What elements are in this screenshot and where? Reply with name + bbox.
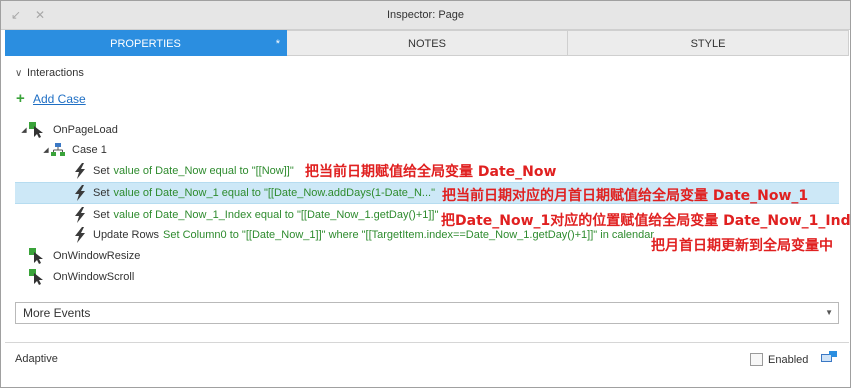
expand-triangle-icon[interactable]: ◢ xyxy=(19,126,29,134)
interactions-label: Interactions xyxy=(27,67,84,79)
event-row-onwindowscroll[interactable]: OnWindowScroll xyxy=(15,266,839,288)
action-detail: Set Column0 to "[[Date_Now_1]]" where "[… xyxy=(163,229,655,241)
event-cursor-icon xyxy=(29,122,43,138)
add-case-row: + Add Case xyxy=(16,91,86,106)
chevron-down-icon[interactable]: ∨ xyxy=(15,68,27,79)
modified-marker: * xyxy=(275,38,280,50)
window-title: Inspector: Page xyxy=(386,9,465,21)
case-row[interactable]: ◢ Case 1 xyxy=(15,139,839,161)
annotation-2: 把当前日期对应的月首日期赋值给全局变量 Date_Now_1 xyxy=(442,188,809,204)
tab-style-label: STYLE xyxy=(690,38,726,50)
action-verb: Set xyxy=(93,165,110,177)
action-verb: Update Rows xyxy=(93,229,160,241)
enabled-toggle[interactable]: Enabled xyxy=(750,353,808,366)
event-label: OnWindowScroll xyxy=(53,271,135,283)
lightning-bolt-icon xyxy=(75,227,85,243)
title-bar: ↙ ✕ Inspector: Page xyxy=(1,1,850,30)
event-cursor-icon xyxy=(29,269,43,285)
footer: Adaptive Enabled xyxy=(5,342,849,386)
tab-style[interactable]: STYLE xyxy=(568,30,849,56)
tab-properties-label: PROPERTIES xyxy=(110,38,181,50)
event-cursor-icon xyxy=(29,248,43,264)
adaptive-view-icon[interactable] xyxy=(821,351,837,365)
lightning-bolt-icon xyxy=(75,163,85,179)
dropdown-arrow-icon[interactable]: ▼ xyxy=(825,303,833,323)
annotation-4: 把月首日期更新到全局变量中 xyxy=(651,238,833,254)
case-tree-icon xyxy=(51,143,65,156)
lightning-bolt-icon xyxy=(75,185,85,201)
lightning-bolt-icon xyxy=(75,207,85,223)
interactions-header[interactable]: ∨ Interactions xyxy=(15,67,84,79)
event-label: OnPageLoad xyxy=(53,124,118,136)
more-events-select[interactable]: More Events ▼ xyxy=(15,302,839,324)
annotation-3: 把Date_Now_1对应的位置赋值给全局变量 Date_Now_1_Index xyxy=(441,213,851,229)
tab-notes[interactable]: NOTES xyxy=(287,30,568,56)
add-case-link[interactable]: Add Case xyxy=(33,92,86,106)
action-detail: value of Date_Now_1 equal to "[[Date_Now… xyxy=(113,187,436,199)
tab-properties[interactable]: PROPERTIES * xyxy=(5,30,287,56)
annotation-1: 把当前日期赋值给全局变量 Date_Now xyxy=(305,164,557,180)
case-label: Case 1 xyxy=(72,144,107,156)
properties-panel: ∨ Interactions + Add Case ◢ OnPageLoad ◢ xyxy=(5,56,851,386)
enabled-label: Enabled xyxy=(768,353,809,366)
action-detail: value of Date_Now equal to "[[Now]]" xyxy=(113,165,294,177)
action-detail: value of Date_Now_1_Index equal to "[[Da… xyxy=(113,209,439,221)
expand-triangle-icon[interactable]: ◢ xyxy=(41,146,51,154)
enabled-checkbox[interactable] xyxy=(750,353,763,366)
action-verb: Set xyxy=(93,187,110,199)
event-label: OnWindowResize xyxy=(53,250,141,262)
inspector-window: ↙ ✕ Inspector: Page PROPERTIES * NOTES S… xyxy=(0,0,851,388)
event-row-onpageload[interactable]: ◢ OnPageLoad xyxy=(15,119,839,141)
more-events-value: More Events xyxy=(23,306,91,320)
tab-bar: PROPERTIES * NOTES STYLE xyxy=(5,30,849,56)
action-verb: Set xyxy=(93,209,110,221)
tab-notes-label: NOTES xyxy=(408,38,446,50)
adaptive-label: Adaptive xyxy=(15,353,58,365)
plus-icon[interactable]: + xyxy=(16,91,33,106)
